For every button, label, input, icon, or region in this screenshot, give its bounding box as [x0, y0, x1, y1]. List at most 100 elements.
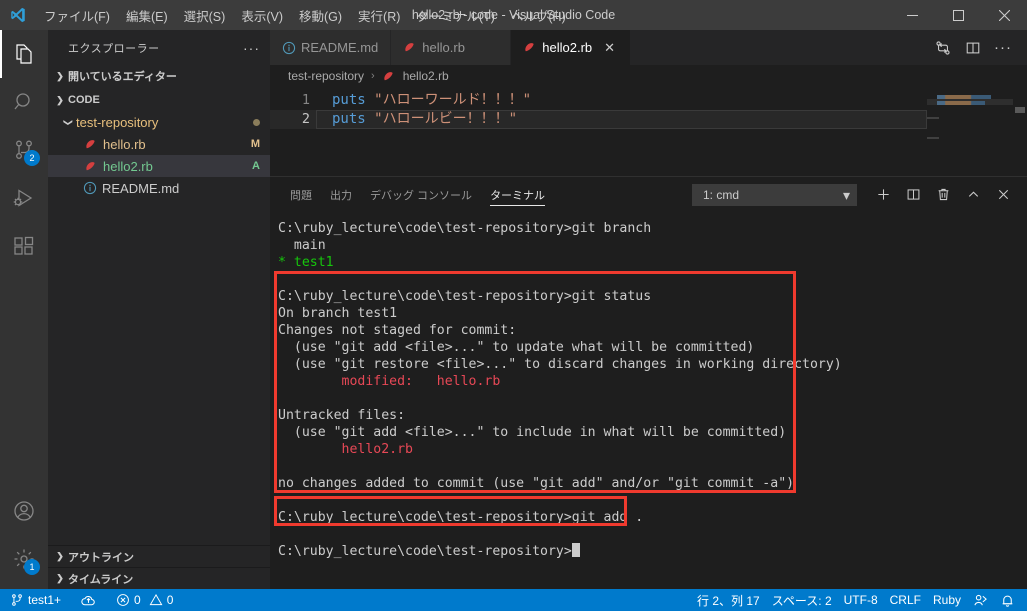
ruby-icon [382, 70, 395, 83]
tab-hello-rb[interactable]: hello.rb [391, 30, 512, 65]
close-panel-icon[interactable] [989, 181, 1017, 209]
section-open-editors[interactable]: ❯ 開いているエディター [48, 65, 270, 87]
tab-hello2-rb[interactable]: hello2.rb ✕ [511, 30, 632, 65]
code-line-1: 1 puts "ハローワールド！！！" [270, 91, 1027, 110]
activity-settings-gear-icon[interactable]: 1 [0, 535, 48, 583]
new-terminal-icon[interactable] [869, 181, 897, 209]
timeline-label: タイムライン [68, 573, 134, 586]
terminal-line: C:\ruby_lecture\code\test-repository>git… [278, 289, 652, 304]
panel-tab-label: ターミナル [490, 189, 546, 202]
chevron-right-icon: ❯ [56, 70, 64, 81]
maximize-button[interactable] [935, 0, 981, 30]
maximize-panel-icon[interactable] [959, 181, 987, 209]
split-editor-icon[interactable] [959, 30, 987, 65]
split-terminal-icon[interactable] [899, 181, 927, 209]
breadcrumb-file[interactable]: hello2.rb [403, 69, 449, 83]
terminal-prompt-line: C:\ruby_lecture\code\test-repository> [278, 543, 1027, 560]
status-indentation[interactable]: スペース: 2 [766, 589, 838, 611]
code-editor[interactable]: 1 puts "ハローワールド！！！" 2 puts "ハロールビー！！！" [270, 87, 1027, 176]
terminal-selector-dropdown[interactable]: 1: cmd ▾ [692, 183, 857, 206]
terminal-line: no changes added to commit (use "git add… [278, 476, 795, 491]
settings-badge: 1 [24, 559, 40, 575]
status-encoding[interactable]: UTF-8 [838, 589, 884, 611]
tab-readme-md[interactable]: README.md [270, 30, 392, 65]
terminal-line: C:\ruby_lecture\code\test-repository>git… [278, 221, 652, 236]
menu-terminal[interactable]: ターミナル(T) [408, 0, 502, 30]
kill-terminal-trash-icon[interactable] [929, 181, 957, 209]
breadcrumb: test-repository › hello2.rb [270, 65, 1027, 87]
tree-item-hello-rb[interactable]: hello.rb M [48, 133, 270, 155]
menu-selection[interactable]: 選択(S) [176, 0, 234, 30]
menu-edit[interactable]: 編集(E) [118, 0, 176, 30]
editor-more-actions-icon[interactable]: ··· [989, 30, 1017, 65]
terminal-selector-value: 1: cmd [703, 187, 740, 202]
panel-tab-terminal[interactable]: ターミナル [490, 177, 546, 212]
section-outline[interactable]: ❯ アウトライン [48, 545, 270, 567]
open-changes-icon[interactable] [929, 30, 957, 65]
title-bar: ファイル(F) 編集(E) 選択(S) 表示(V) 移動(G) 実行(R) ター… [0, 0, 1027, 30]
tree-item-test-repository[interactable]: ❯ test-repository [48, 111, 270, 133]
status-branch[interactable]: test1+ [0, 589, 67, 611]
panel-tab-problems[interactable]: 問題 [290, 177, 312, 212]
status-cursor-position[interactable]: 行 2、列 17 [691, 589, 766, 611]
panel-tab-debug-console[interactable]: デバッグ コンソール [370, 177, 472, 212]
editor-toolbar: ··· [929, 30, 1027, 65]
terminal-line: (use "git restore <file>..." to discard … [278, 357, 842, 372]
close-button[interactable] [981, 0, 1027, 30]
terminal-line: Changes not staged for commit: [278, 323, 517, 338]
section-folder-code[interactable]: ❯ CODE [48, 89, 270, 111]
line-number: 1 [301, 92, 310, 108]
status-eol[interactable]: CRLF [884, 589, 927, 611]
breadcrumb-separator-icon: › [371, 70, 375, 82]
sidebar-header: エクスプローラー ··· [48, 30, 270, 65]
outline-label: アウトライン [68, 551, 134, 564]
menu-help[interactable]: ヘルプ(H) [503, 0, 574, 30]
section-timeline[interactable]: ❯ タイムライン [48, 567, 270, 589]
status-feedback-icon[interactable] [967, 589, 994, 611]
status-problems[interactable]: 0 0 [102, 589, 179, 611]
code-line-2: 2 puts "ハロールビー！！！" [270, 110, 1027, 129]
keyword-token: puts [332, 92, 366, 108]
status-sync[interactable] [67, 589, 102, 611]
editor-area: README.md hello.rb hello2.rb ✕ ··· test-… [270, 30, 1027, 589]
ruby-icon [84, 138, 97, 151]
sidebar-more-actions-icon[interactable]: ··· [243, 40, 260, 56]
minimize-button[interactable] [889, 0, 935, 30]
terminal-prompt-text: C:\ruby_lecture\code\test-repository> [278, 544, 572, 559]
ruby-icon [84, 160, 97, 173]
menu-go[interactable]: 移動(G) [291, 0, 350, 30]
editor-minimap[interactable] [927, 87, 1013, 176]
window-controls [889, 0, 1027, 30]
tab-close-icon[interactable]: ✕ [604, 40, 615, 56]
line-content: puts "ハロールビー！！！" [310, 110, 517, 129]
line-content: puts "ハローワールド！！！" [310, 91, 531, 110]
tree-item-hello2-rb[interactable]: hello2.rb A [48, 155, 270, 177]
tree-item-readme-md[interactable]: README.md [48, 177, 270, 199]
activity-accounts-icon[interactable] [0, 487, 48, 535]
status-language-mode[interactable]: Ruby [927, 589, 967, 611]
scrollbar-thumb[interactable] [1015, 107, 1025, 113]
menu-run[interactable]: 実行(R) [350, 0, 408, 30]
chevron-right-icon: ❯ [56, 573, 64, 583]
editor-vertical-scrollbar[interactable] [1013, 87, 1027, 176]
activity-extensions-icon[interactable] [0, 222, 48, 270]
warning-count: 0 [166, 593, 174, 607]
ruby-icon [523, 41, 536, 54]
chevron-down-icon: ▾ [842, 186, 850, 203]
minimap-line-2 [937, 101, 985, 105]
activity-source-control-icon[interactable]: 2 [0, 126, 48, 174]
panel-tab-output[interactable]: 出力 [330, 177, 352, 212]
bottom-panel: 問題 出力 デバッグ コンソール ターミナル 1: cmd ▾ C:\ruby_… [270, 176, 1027, 589]
activity-explorer-icon[interactable] [0, 30, 48, 78]
menu-file[interactable]: ファイル(F) [36, 0, 118, 30]
status-bell-icon[interactable] [994, 589, 1027, 611]
activity-search-icon[interactable] [0, 78, 48, 126]
terminal-line: main [278, 238, 326, 253]
breadcrumb-folder[interactable]: test-repository [288, 69, 364, 83]
activity-run-debug-icon[interactable] [0, 174, 48, 222]
source-control-badge: 2 [24, 150, 40, 166]
menu-view[interactable]: 表示(V) [233, 0, 291, 30]
terminal-output[interactable]: C:\ruby_lecture\code\test-repository>git… [270, 212, 1027, 589]
